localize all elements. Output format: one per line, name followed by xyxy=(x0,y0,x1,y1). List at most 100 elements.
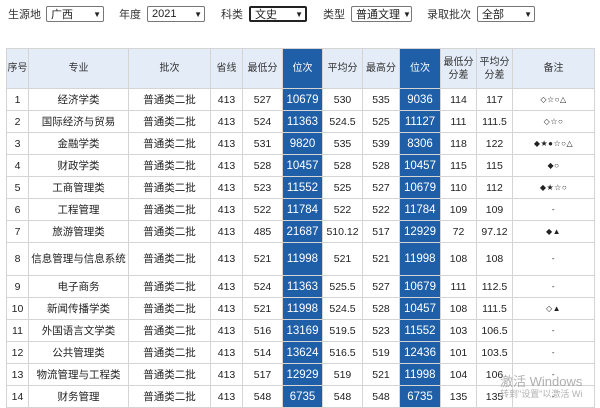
col-avg-score-cell: 524.5 xyxy=(322,297,363,320)
col-major-cell: 财务管理 xyxy=(28,385,129,408)
batch-select[interactable]: 全部 ▼ xyxy=(477,6,535,22)
table-row: 13 物流管理与工程类 普通类二批 413 517 12929 519 521 11998 104… xyxy=(6,363,595,386)
col-min-rank-cell: 6735 xyxy=(282,385,323,408)
table-row: 2 国际经济与贸易 普通类二批 413 524 11363 524.5 525 11127 111… xyxy=(6,110,595,133)
table-row: 6 工程管理 普通类二批 413 522 11784 522 522 11784 109 109- xyxy=(6,198,595,221)
table-row: 1 经济学类 普通类二批 413 527 10679 530 535 9036 114 117 ◇☆○… xyxy=(6,88,595,111)
col-max-rank-header: 位次 xyxy=(399,48,441,89)
col-avg-score-cell: 525.5 xyxy=(322,275,363,298)
col-province-line-cell: 413 xyxy=(210,176,243,199)
col-batch-header: 批次 xyxy=(128,48,211,89)
filter-bar: 生源地 广西 ▼ 年度 2021 ▼ 科类 文史 ▼ 类型 普通文理 ▼ 录取批… xyxy=(0,3,600,25)
col-batch-cell: 普通类二批 xyxy=(128,110,211,133)
col-min-diff-cell: 108 xyxy=(440,297,477,320)
source-select[interactable]: 广西 ▼ xyxy=(46,6,104,22)
col-max-score-cell: 522 xyxy=(362,198,400,221)
col-avg-diff-cell: 106 xyxy=(476,363,513,386)
col-avg-diff-cell: 103.5 xyxy=(476,341,513,364)
col-avg-score-cell: 525 xyxy=(322,176,363,199)
col-min-rank-cell: 21687 xyxy=(282,220,323,243)
col-batch-cell: 普通类二批 xyxy=(128,363,211,386)
col-min-score-cell: 521 xyxy=(242,242,283,276)
col-min-diff-cell: 110 xyxy=(440,176,477,199)
col-max-score-cell: 517 xyxy=(362,220,400,243)
col-index-cell: 6 xyxy=(6,198,29,221)
table-row: 10 新闻传播学类 普通类二批 413 521 11998 524.5 528 10457 108… xyxy=(6,297,595,320)
col-min-rank-cell: 10457 xyxy=(282,154,323,177)
col-province-line-cell: 413 xyxy=(210,363,243,386)
col-max-rank-cell: 11784 xyxy=(399,198,441,221)
col-index-cell: 1 xyxy=(6,88,29,111)
col-province-line-cell: 413 xyxy=(210,385,243,408)
col-batch-cell: 普通类二批 xyxy=(128,154,211,177)
col-index-cell: 3 xyxy=(6,132,29,155)
table-row: 12 公共管理类 普通类二批 413 514 13624 516.5 519 12436 101 1… xyxy=(6,341,595,364)
col-major-cell: 公共管理类 xyxy=(28,341,129,364)
col-batch-cell: 普通类二批 xyxy=(128,341,211,364)
chevron-down-icon: ▼ xyxy=(194,9,202,19)
type-label: 类型 xyxy=(323,9,345,21)
col-province-line-cell: 413 xyxy=(210,220,243,243)
col-province-line-cell: 413 xyxy=(210,154,243,177)
col-min-rank-header: 位次 xyxy=(282,48,323,89)
col-max-score-cell: 527 xyxy=(362,176,400,199)
col-index-cell: 2 xyxy=(6,110,29,133)
col-notes-cell: ◆○ xyxy=(512,154,595,177)
col-index-cell: 12 xyxy=(6,341,29,364)
col-avg-diff-cell: 122 xyxy=(476,132,513,155)
col-max-score-cell: 527 xyxy=(362,275,400,298)
col-max-rank-cell: 12436 xyxy=(399,341,441,364)
col-max-rank-cell: 6735 xyxy=(399,385,441,408)
col-max-rank-cell: 11127 xyxy=(399,110,441,133)
col-avg-score-cell: 516.5 xyxy=(322,341,363,364)
col-min-diff-cell: 104 xyxy=(440,363,477,386)
col-min-rank-cell: 11363 xyxy=(282,275,323,298)
col-notes-cell: - xyxy=(512,275,595,298)
col-avg-diff-cell: 111.5 xyxy=(476,297,513,320)
col-notes-cell: ◆★☆○ xyxy=(512,176,595,199)
col-notes-header: 备注 xyxy=(512,48,595,89)
subject-select[interactable]: 文史 ▼ xyxy=(249,6,307,22)
col-min-score-cell: 522 xyxy=(242,198,283,221)
col-batch-cell: 普通类二批 xyxy=(128,385,211,408)
col-max-score-cell: 528 xyxy=(362,154,400,177)
col-avg-score-cell: 528 xyxy=(322,154,363,177)
col-batch-cell: 普通类二批 xyxy=(128,132,211,155)
col-max-score-cell: 523 xyxy=(362,319,400,342)
batch-label: 录取批次 xyxy=(427,9,471,21)
col-avg-score-cell: 519 xyxy=(322,363,363,386)
admission-score-table: 序号 专业 批次 省线 最低分 位次 平均分 最高分 位次 最低分分差 平均分分差 备注 1 经济学类普… xyxy=(6,48,595,408)
col-avg-score-cell: 519.5 xyxy=(322,319,363,342)
col-min-rank-cell: 13624 xyxy=(282,341,323,364)
source-select-value: 广西 xyxy=(51,9,73,21)
col-min-rank-cell: 13169 xyxy=(282,319,323,342)
col-notes-cell: ◇▲ xyxy=(512,297,595,320)
col-province-line-cell: 413 xyxy=(210,297,243,320)
col-major-cell: 工商管理类 xyxy=(28,176,129,199)
col-avg-score-cell: 521 xyxy=(322,242,363,276)
col-min-score-header: 最低分 xyxy=(242,48,283,89)
year-select[interactable]: 2021 ▼ xyxy=(147,6,205,22)
col-avg-diff-cell: 97.12 xyxy=(476,220,513,243)
col-min-score-cell: 517 xyxy=(242,363,283,386)
col-avg-diff-cell: 111.5 xyxy=(476,110,513,133)
col-notes-cell: - xyxy=(512,198,595,221)
table-row: 7 旅游管理类 普通类二批 413 485 21687 510.12 517 12929 72 97… xyxy=(6,220,595,243)
col-avg-score-cell: 535 xyxy=(322,132,363,155)
col-max-rank-cell: 10679 xyxy=(399,176,441,199)
col-max-rank-cell: 11552 xyxy=(399,319,441,342)
year-select-value: 2021 xyxy=(152,8,177,20)
col-major-cell: 电子商务 xyxy=(28,275,129,298)
col-province-line-cell: 413 xyxy=(210,341,243,364)
col-major-cell: 物流管理与工程类 xyxy=(28,363,129,386)
col-province-line-cell: 413 xyxy=(210,132,243,155)
col-max-rank-cell: 10457 xyxy=(399,297,441,320)
type-select[interactable]: 普通文理 ▼ xyxy=(351,6,412,22)
col-min-diff-header: 最低分分差 xyxy=(440,48,477,89)
col-major-cell: 工程管理 xyxy=(28,198,129,221)
year-label: 年度 xyxy=(119,9,141,21)
col-batch-cell: 普通类二批 xyxy=(128,242,211,276)
col-min-score-cell: 521 xyxy=(242,297,283,320)
col-max-score-cell: 521 xyxy=(362,363,400,386)
col-min-score-cell: 524 xyxy=(242,110,283,133)
